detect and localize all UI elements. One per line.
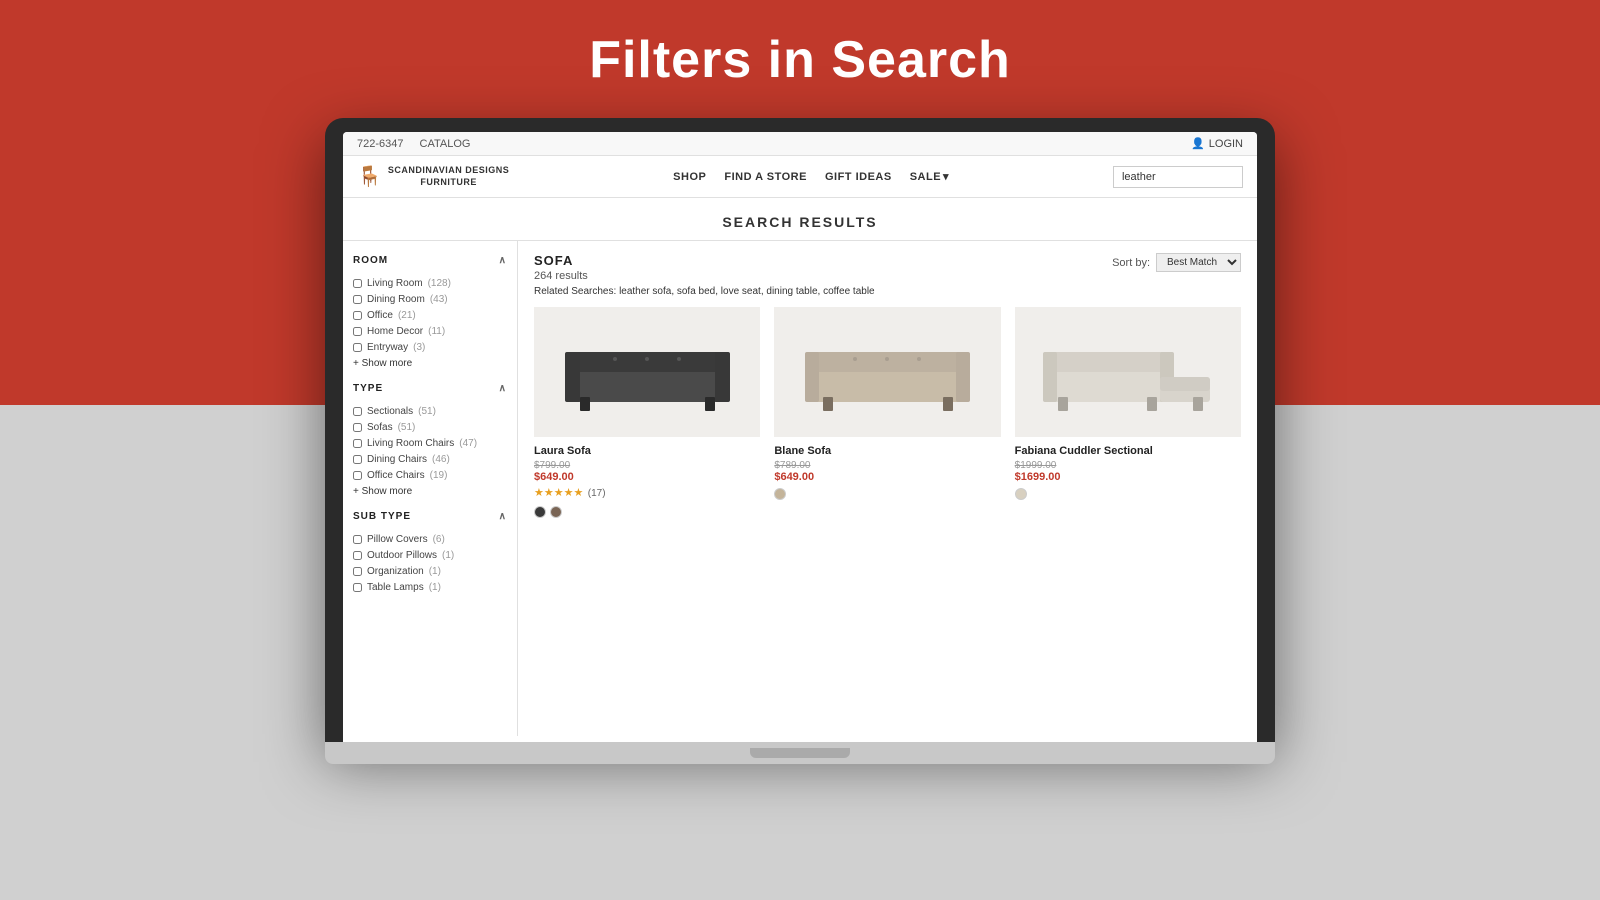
brand-icon: 🪑 [357, 164, 382, 189]
phone-number: 722-6347 [357, 138, 404, 150]
swatch-cream[interactable] [1015, 488, 1027, 500]
product-card-fabiana[interactable]: Fabiana Cuddler Sectional $1999.00 $1699… [1015, 307, 1241, 518]
swatch-dark[interactable] [534, 506, 546, 518]
laptop-base [325, 742, 1275, 764]
laptop-mockup: 722-6347 CATALOG 👤 LOGIN 🪑 SCANDINAVIAN … [325, 118, 1275, 764]
brand-logo[interactable]: 🪑 SCANDINAVIAN DESIGNS FURNITURE [357, 164, 509, 189]
laptop-frame: 722-6347 CATALOG 👤 LOGIN 🪑 SCANDINAVIAN … [325, 118, 1275, 742]
product-card-laura[interactable]: Laura Sofa $799.00 $649.00 ★★★★★ (17) [534, 307, 760, 518]
filter-room-entryway[interactable]: Entryway (3) [353, 342, 507, 353]
product-price-orig-laura: $799.00 [534, 460, 760, 471]
product-name-fabiana: Fabiana Cuddler Sectional [1015, 445, 1241, 457]
products-grid: Laura Sofa $799.00 $649.00 ★★★★★ (17) [534, 307, 1241, 518]
filter-room-header[interactable]: ROOM ∧ [353, 255, 507, 270]
catalog-link[interactable]: CATALOG [420, 138, 471, 150]
sidebar-filters: ROOM ∧ Living Room (128) Dining Room (43… [343, 241, 518, 736]
sort-area: Sort by: Best Match [1112, 253, 1241, 272]
nav-top-left: 722-6347 CATALOG [357, 138, 470, 150]
filter-room-dining[interactable]: Dining Room (43) [353, 294, 507, 305]
filter-subtype-organization[interactable]: Organization (1) [353, 566, 507, 577]
filter-subtype-pillow-covers[interactable]: Pillow Covers (6) [353, 534, 507, 545]
chevron-up-icon: ∧ [499, 255, 507, 266]
filter-subtype-table-lamps[interactable]: Table Lamps (1) [353, 582, 507, 593]
product-price-orig-fabiana: $1999.00 [1015, 460, 1241, 471]
filter-type-office-chairs[interactable]: Office Chairs (19) [353, 470, 507, 481]
login-link[interactable]: LOGIN [1209, 138, 1243, 150]
nav-shop[interactable]: SHOP [673, 171, 706, 183]
content-area: ROOM ∧ Living Room (128) Dining Room (43… [343, 241, 1257, 736]
nav-top-bar: 722-6347 CATALOG 👤 LOGIN [343, 132, 1257, 156]
product-price-sale-fabiana: $1699.00 [1015, 471, 1241, 483]
checkbox-sofas[interactable] [353, 423, 362, 432]
product-image-laura [534, 307, 760, 437]
checkbox-organization[interactable] [353, 567, 362, 576]
product-swatches-laura [534, 506, 760, 518]
swatch-tan[interactable] [774, 488, 786, 500]
swatch-brown[interactable] [550, 506, 562, 518]
checkbox-entryway[interactable] [353, 343, 362, 352]
filter-type-living-room-chairs[interactable]: Living Room Chairs (47) [353, 438, 507, 449]
nav-sale[interactable]: SALE ▾ [910, 170, 949, 183]
nav-main-bar: 🪑 SCANDINAVIAN DESIGNS FURNITURE SHOP FI… [343, 156, 1257, 198]
related-searches: Related Searches: leather sofa, sofa bed… [534, 286, 875, 297]
filter-subtype-outdoor-pillows[interactable]: Outdoor Pillows (1) [353, 550, 507, 561]
product-price-orig-blane: $789.00 [774, 460, 1000, 471]
chevron-up-icon-type: ∧ [499, 383, 507, 394]
checkbox-living-room[interactable] [353, 279, 362, 288]
filter-room-living[interactable]: Living Room (128) [353, 278, 507, 289]
product-name-blane: Blane Sofa [774, 445, 1000, 457]
nav-find-store[interactable]: FIND A STORE [724, 171, 807, 183]
sort-label: Sort by: [1112, 257, 1150, 269]
checkbox-sectionals[interactable] [353, 407, 362, 416]
product-price-sale-blane: $649.00 [774, 471, 1000, 483]
brand-name: SCANDINAVIAN DESIGNS FURNITURE [388, 165, 509, 188]
filter-subtype-header[interactable]: SUB TYPE ∧ [353, 511, 507, 526]
sort-select[interactable]: Best Match [1156, 253, 1241, 272]
chevron-down-icon: ▾ [943, 170, 949, 183]
product-rating-laura: ★★★★★ (17) [534, 483, 760, 501]
filter-room-section: ROOM ∧ Living Room (128) Dining Room (43… [353, 255, 507, 369]
type-show-more[interactable]: + Show more [353, 486, 507, 497]
products-header: SOFA 264 results Related Searches: leath… [534, 253, 1241, 297]
search-results-header: SEARCH RESULTS [343, 198, 1257, 241]
product-name-laura: Laura Sofa [534, 445, 760, 457]
checkbox-living-room-chairs[interactable] [353, 439, 362, 448]
user-icon: 👤 [1191, 137, 1205, 150]
product-image-fabiana [1015, 307, 1241, 437]
product-image-blane [774, 307, 1000, 437]
products-category: SOFA [534, 253, 875, 268]
checkbox-office[interactable] [353, 311, 362, 320]
page-title: Filters in Search [589, 30, 1011, 90]
filter-type-dining-chairs[interactable]: Dining Chairs (46) [353, 454, 507, 465]
filter-type-header[interactable]: TYPE ∧ [353, 383, 507, 398]
room-show-more[interactable]: + Show more [353, 358, 507, 369]
checkbox-office-chairs[interactable] [353, 471, 362, 480]
products-info: SOFA 264 results Related Searches: leath… [534, 253, 875, 297]
laptop-base-notch [750, 748, 850, 758]
nav-gift-ideas[interactable]: GIFT IDEAS [825, 171, 892, 183]
product-swatches-fabiana [1015, 488, 1241, 500]
filter-type-section: TYPE ∧ Sectionals (51) Sofas (51) [353, 383, 507, 497]
product-card-blane[interactable]: Blane Sofa $789.00 $649.00 [774, 307, 1000, 518]
checkbox-outdoor-pillows[interactable] [353, 551, 362, 560]
checkbox-pillow-covers[interactable] [353, 535, 362, 544]
filter-subtype-section: SUB TYPE ∧ Pillow Covers (6) Outdoor Pil… [353, 511, 507, 593]
nav-links: SHOP FIND A STORE GIFT IDEAS SALE ▾ [673, 170, 949, 183]
filter-room-office[interactable]: Office (21) [353, 310, 507, 321]
products-area: SOFA 264 results Related Searches: leath… [518, 241, 1257, 736]
filter-type-sectionals[interactable]: Sectionals (51) [353, 406, 507, 417]
search-input[interactable] [1113, 166, 1243, 188]
nav-top-right: 👤 LOGIN [1191, 137, 1243, 150]
checkbox-dining-room[interactable] [353, 295, 362, 304]
checkbox-dining-chairs[interactable] [353, 455, 362, 464]
filter-type-sofas[interactable]: Sofas (51) [353, 422, 507, 433]
checkbox-home-decor[interactable] [353, 327, 362, 336]
checkbox-table-lamps[interactable] [353, 583, 362, 592]
products-count: 264 results [534, 270, 875, 282]
product-swatches-blane [774, 488, 1000, 500]
chevron-up-icon-subtype: ∧ [499, 511, 507, 522]
product-price-sale-laura: $649.00 [534, 471, 760, 483]
filter-room-home-decor[interactable]: Home Decor (11) [353, 326, 507, 337]
laptop-screen: 722-6347 CATALOG 👤 LOGIN 🪑 SCANDINAVIAN … [343, 132, 1257, 742]
